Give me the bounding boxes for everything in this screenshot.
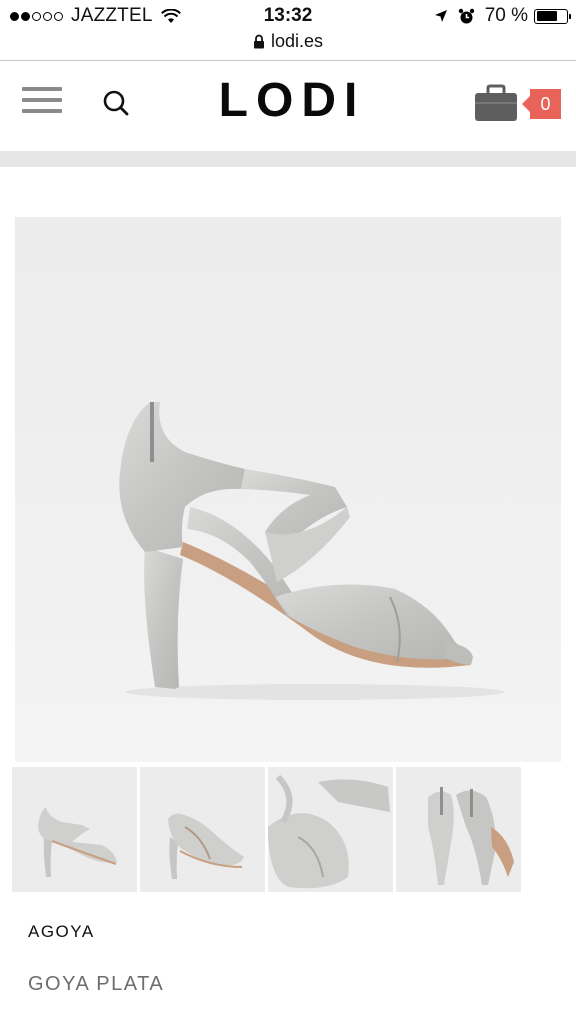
thumbnail-1[interactable] bbox=[12, 767, 137, 892]
location-arrow-icon bbox=[434, 10, 447, 22]
product-name: GOYA PLATA bbox=[28, 973, 165, 995]
address-bar[interactable]: lodi.es bbox=[0, 31, 576, 52]
lock-icon bbox=[253, 34, 264, 49]
thumbnail-2[interactable] bbox=[140, 767, 265, 892]
product-brand[interactable]: AGOYA bbox=[28, 922, 95, 942]
site-header: LODI 0 bbox=[0, 61, 576, 151]
battery-icon bbox=[534, 8, 571, 24]
header-band bbox=[0, 151, 576, 167]
battery-percent: 70 % bbox=[484, 5, 528, 26]
thumbnail-3[interactable] bbox=[268, 767, 393, 892]
battery-fill bbox=[536, 11, 557, 21]
thumbnail-4[interactable] bbox=[396, 767, 521, 892]
briefcase-cart-icon bbox=[475, 84, 517, 121]
product-main-image[interactable] bbox=[15, 217, 561, 762]
sandal-image bbox=[119, 402, 505, 700]
alarm-clock-icon bbox=[458, 8, 474, 23]
status-right: 70 % bbox=[434, 5, 571, 27]
status-bar: JAZZTEL 13:32 70 % bbox=[0, 0, 576, 32]
cart-button[interactable]: 0 bbox=[474, 83, 564, 123]
thumbnail-strip bbox=[12, 767, 524, 892]
cart-count-badge: 0 bbox=[522, 89, 561, 119]
url-text: lodi.es bbox=[270, 31, 324, 51]
